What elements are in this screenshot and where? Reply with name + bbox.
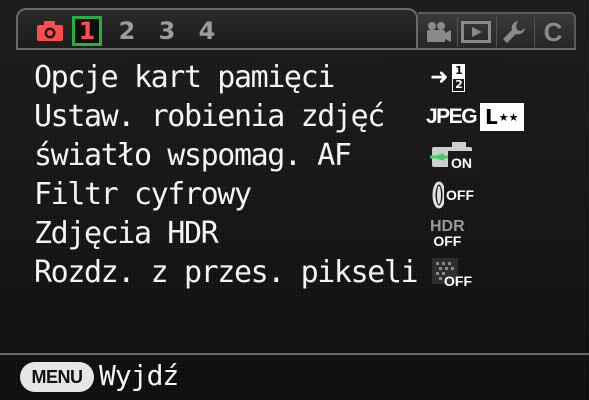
af-assist-state: ON	[451, 155, 472, 171]
custom-tab-label: C	[543, 17, 563, 47]
menu-item-label: Filtr cyfrowy	[34, 177, 252, 212]
movie-camera-icon[interactable]	[422, 18, 454, 46]
c-custom-icon[interactable]: C	[537, 18, 569, 46]
pixel-shift-icon: OFF	[430, 255, 478, 291]
playback-icon[interactable]	[460, 18, 492, 46]
menu-item-af-assist[interactable]: światło wspomag. AF ON	[34, 136, 544, 175]
menu-item-pixel-shift[interactable]: Rozdz. z przes. pikseli OFF	[34, 253, 544, 292]
tab-capture-1[interactable]: 1	[72, 16, 102, 46]
menu-list: Opcje kart pamięci ➜ 1 2 Ustaw. robienia…	[34, 58, 544, 292]
tab-divider	[496, 17, 497, 47]
pixel-shift-state: OFF	[444, 273, 472, 289]
menu-item-card-options[interactable]: Opcje kart pamięci ➜ 1 2	[34, 58, 544, 97]
menu-tab-bar: 1 2 3 4 C	[16, 8, 576, 48]
tab-divider	[457, 17, 458, 47]
card-slot-icon: ➜ 1 2	[430, 60, 466, 96]
exit-label: Wyjdź	[99, 359, 179, 392]
camera-lcd-screen: 1 2 3 4 C Opcje kart pamięci ➜ 1 2 Ustaw…	[0, 0, 589, 400]
af-assist-icon: ON	[430, 138, 478, 174]
menu-item-label: Ustaw. robienia zdjęć	[34, 99, 385, 134]
footer-divider	[0, 353, 589, 355]
image-size-quality-icon: JPEG L ★★	[426, 99, 524, 135]
size-letter: L	[485, 105, 498, 129]
format-label: JPEG	[426, 105, 478, 128]
quality-stars: ★★	[498, 110, 519, 124]
other-menu-tabs: C	[418, 12, 576, 48]
hdr-state: OFF	[433, 233, 462, 249]
tab-capture-2[interactable]: 2	[112, 16, 142, 46]
tab-divider	[534, 17, 535, 47]
arrow-icon: ➜	[430, 65, 449, 90]
still-capture-tabs: 1 2 3 4	[16, 8, 418, 48]
slot-2-digit: 2	[452, 78, 466, 92]
menu-item-label: Zdjęcia HDR	[34, 216, 219, 251]
wrench-icon[interactable]	[498, 18, 530, 46]
menu-item-label: Rozdz. z przes. pikseli	[34, 255, 419, 290]
digital-filter-state: OFF	[446, 187, 474, 203]
menu-item-label: Opcje kart pamięci	[34, 60, 335, 95]
camera-icon[interactable]	[36, 20, 64, 42]
size-quality-box: L ★★	[480, 103, 524, 131]
hdr-label: HDR	[430, 218, 465, 235]
menu-item-label: światło wspomag. AF	[34, 138, 352, 173]
menu-item-digital-filter[interactable]: Filtr cyfrowy OFF	[34, 175, 544, 214]
digital-filter-icon: OFF	[430, 177, 474, 213]
tab-capture-3[interactable]: 3	[152, 16, 182, 46]
menu-button[interactable]: MENU	[20, 362, 94, 392]
menu-item-hdr[interactable]: Zdjęcia HDR HDR OFF	[34, 214, 544, 253]
menu-item-capture-settings[interactable]: Ustaw. robienia zdjęć JPEG L ★★	[34, 97, 544, 136]
slot-1-digit: 1	[452, 64, 466, 78]
hdr-icon: HDR OFF	[430, 216, 465, 252]
tab-capture-4[interactable]: 4	[192, 16, 222, 46]
tab-underline	[16, 48, 576, 50]
